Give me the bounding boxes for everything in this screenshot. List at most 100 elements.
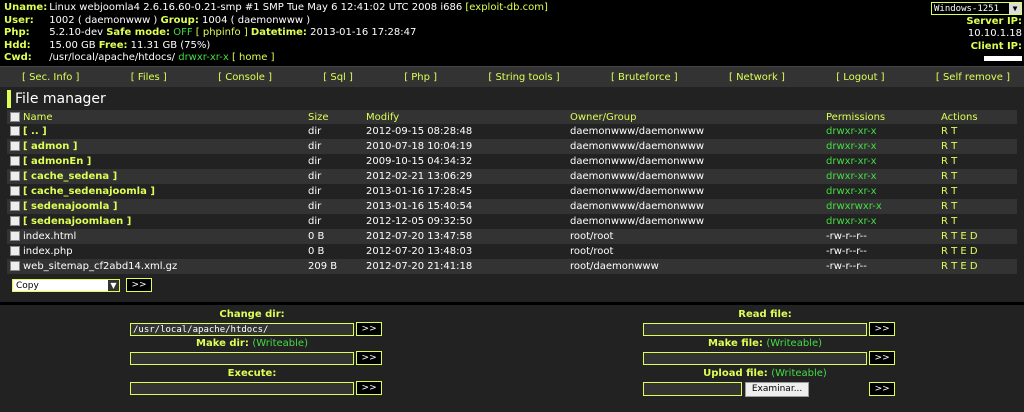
row-checkbox[interactable]: [10, 171, 20, 181]
hdd-row: Hdd: 15.00 GB Free: 11.31 GB (75%): [4, 40, 1020, 53]
bulk-action-select[interactable]: Copy ▼: [12, 278, 120, 292]
directory-link[interactable]: [ .. ]: [23, 126, 47, 137]
row-checkbox[interactable]: [10, 201, 20, 211]
column-permissions[interactable]: Permissions: [826, 110, 941, 124]
make-file-submit-button[interactable]: >>: [869, 351, 895, 365]
bulk-action-submit-button[interactable]: >>: [126, 278, 152, 292]
menu-sql[interactable]: [ Sql ]: [323, 72, 353, 83]
row-actions-links[interactable]: R T: [941, 141, 957, 152]
file-name-cell: [ cache_sedenajoomla ]: [7, 184, 308, 199]
permissions-link[interactable]: -rw-r--r--: [826, 246, 867, 257]
table-row[interactable]: index.php 0 B 2012-07-20 13:48:03 root/root…: [7, 244, 1017, 259]
menu-network[interactable]: [ Network ]: [729, 72, 785, 83]
table-row[interactable]: [ .. ] dir 2012-09-15 08:28:48 daemonwww/da…: [7, 124, 1017, 139]
row-actions-links[interactable]: R T: [941, 126, 957, 137]
permissions-link[interactable]: -rw-r--r--: [826, 231, 867, 242]
table-row[interactable]: index.html 0 B 2012-07-20 13:47:58 root/roo…: [7, 229, 1017, 244]
menu-self-remove[interactable]: [ Self remove ]: [936, 72, 1010, 83]
browse-button[interactable]: Examinar...: [744, 381, 810, 397]
row-actions-links[interactable]: R T: [941, 171, 957, 182]
make-file-input[interactable]: [643, 351, 868, 365]
read-file-input[interactable]: [643, 322, 868, 336]
menu-console[interactable]: [ Console ]: [218, 72, 272, 83]
permissions-link[interactable]: drwxr-xr-x: [826, 171, 877, 182]
table-row[interactable]: [ cache_sedena ] dir 2012-02-21 13:06:29 da…: [7, 169, 1017, 184]
table-row[interactable]: [ sedenajoomlaen ] dir 2012-12-05 09:32:50…: [7, 214, 1017, 229]
row-checkbox[interactable]: [10, 186, 20, 196]
file-link[interactable]: index.html: [23, 231, 76, 242]
home-link[interactable]: [ home ]: [232, 52, 275, 63]
chevron-down-icon[interactable]: ▼: [1009, 3, 1021, 14]
change-dir-submit-button[interactable]: >>: [356, 322, 382, 336]
column-size[interactable]: Size: [308, 110, 366, 124]
table-row[interactable]: [ admonEn ] dir 2009-10-15 04:34:32 daemonw…: [7, 154, 1017, 169]
permissions-link[interactable]: drwxr-xr-x: [826, 141, 877, 152]
select-all-checkbox[interactable]: [10, 111, 20, 122]
row-actions-links[interactable]: R T E D: [941, 246, 978, 257]
table-row[interactable]: [ cache_sedenajoomla ] dir 2013-01-16 17:2…: [7, 184, 1017, 199]
menu-sec-info[interactable]: [ Sec. Info ]: [22, 72, 79, 83]
row-checkbox[interactable]: [10, 126, 20, 136]
exploit-db-link[interactable]: [exploit-db.com]: [465, 2, 547, 13]
row-checkbox[interactable]: [10, 156, 20, 166]
file-link[interactable]: index.php: [23, 246, 73, 257]
make-dir-submit-button[interactable]: >>: [356, 351, 382, 365]
menu-php[interactable]: [ Php ]: [404, 72, 437, 83]
file-name-cell: [ admonEn ]: [7, 154, 308, 169]
permissions-link[interactable]: drwxr-xr-x: [826, 186, 877, 197]
row-checkbox[interactable]: [10, 141, 20, 151]
charset-select[interactable]: Windows-1251 ▼: [931, 2, 1022, 15]
directory-link[interactable]: [ sedenajoomlaen ]: [23, 216, 131, 227]
permissions-link[interactable]: -rw-r--r--: [826, 261, 867, 272]
table-row[interactable]: [ admon ] dir 2010-07-18 10:04:19 daemonwww…: [7, 139, 1017, 154]
directory-link[interactable]: [ cache_sedenajoomla ]: [23, 186, 155, 197]
table-row[interactable]: [ sedenajoomla ] dir 2013-01-16 15:40:54 da…: [7, 199, 1017, 214]
upload-file-input[interactable]: [643, 382, 742, 396]
menu-bruteforce[interactable]: [ Bruteforce ]: [611, 72, 678, 83]
directory-link[interactable]: [ admon ]: [23, 141, 77, 152]
row-checkbox[interactable]: [10, 231, 20, 241]
make-dir-input[interactable]: [130, 351, 355, 365]
row-actions-links[interactable]: R T: [941, 186, 957, 197]
row-checkbox[interactable]: [10, 216, 20, 226]
file-name-cell: [ .. ]: [7, 124, 308, 139]
file-modified: 2012-07-20 13:48:03: [366, 244, 570, 259]
file-modified: 2009-10-15 04:34:32: [366, 154, 570, 169]
row-actions-links[interactable]: R T E D: [941, 261, 978, 272]
permissions-link[interactable]: drwxr-xr-x: [826, 156, 877, 167]
row-actions-links[interactable]: R T: [941, 201, 957, 212]
menu-files[interactable]: [ Files ]: [131, 72, 167, 83]
execute-submit-button[interactable]: >>: [356, 381, 382, 395]
tool-forms: Change dir: /usr/local/apache/htdocs/ >>…: [0, 302, 1024, 412]
cwd-path[interactable]: /usr/local/apache/htdocs/: [49, 52, 175, 63]
charset-value: Windows-1251: [934, 4, 1000, 14]
menu-string-tools[interactable]: [ String tools ]: [488, 72, 559, 83]
file-owner-group: daemonwww/daemonwww: [570, 184, 826, 199]
directory-link[interactable]: [ admonEn ]: [23, 156, 91, 167]
permissions-link[interactable]: drwxr-xr-x: [826, 126, 877, 137]
directory-link[interactable]: [ sedenajoomla ]: [23, 201, 117, 212]
file-permissions: drwxr-xr-x: [826, 169, 941, 184]
execute-input[interactable]: [130, 381, 355, 395]
table-row[interactable]: web_sitemap_cf2abd14.xml.gz 209 B 2012-07-…: [7, 259, 1017, 274]
file-modified: 2012-07-20 13:47:58: [366, 229, 570, 244]
row-actions-links[interactable]: R T: [941, 216, 957, 227]
row-checkbox[interactable]: [10, 246, 20, 256]
file-link[interactable]: web_sitemap_cf2abd14.xml.gz: [23, 261, 177, 272]
permissions-link[interactable]: drwxr-xr-x: [826, 216, 877, 227]
row-checkbox[interactable]: [10, 261, 20, 271]
upload-file-submit-button[interactable]: >>: [869, 382, 895, 396]
row-actions-links[interactable]: R T E D: [941, 231, 978, 242]
chevron-down-icon[interactable]: ▼: [108, 279, 119, 291]
column-modify[interactable]: Modify: [366, 110, 570, 124]
menu-logout[interactable]: [ Logout ]: [836, 72, 884, 83]
read-file-submit-button[interactable]: >>: [869, 322, 895, 336]
phpinfo-link[interactable]: [ phpinfo ]: [196, 27, 248, 38]
permissions-link[interactable]: drwxrwxr-x: [826, 201, 882, 212]
file-owner-group: daemonwww/daemonwww: [570, 169, 826, 184]
row-actions-links[interactable]: R T: [941, 156, 957, 167]
column-owner-group[interactable]: Owner/Group: [570, 110, 826, 124]
column-name[interactable]: Name: [7, 110, 308, 124]
directory-link[interactable]: [ cache_sedena ]: [23, 171, 117, 182]
change-dir-input[interactable]: /usr/local/apache/htdocs/: [130, 322, 355, 336]
